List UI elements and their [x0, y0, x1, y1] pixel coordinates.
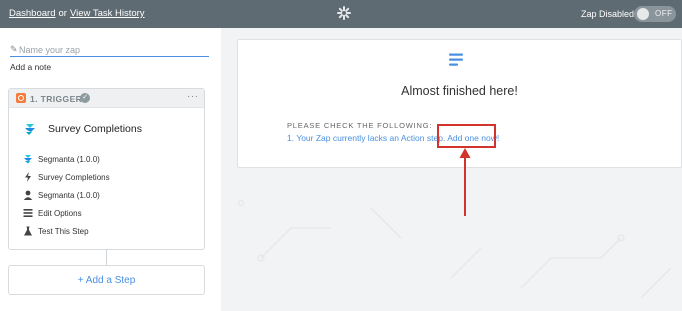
toggle-knob — [637, 8, 649, 20]
annotation-highlight-box — [437, 124, 496, 148]
editor-canvas: Almost finished here! PLEASE CHECK THE F… — [221, 28, 682, 311]
step-item-choose-app[interactable]: Segmanta (1.0.0) — [23, 154, 201, 166]
step-item-test-step[interactable]: Test This Step — [23, 226, 201, 238]
zap-editor-sidebar: ✎ Add a note 1. TRIGGER ✓ ··· Survey Com… — [0, 28, 221, 311]
breadcrumb: Dashboard or View Task History — [9, 8, 145, 19]
step-connector-line — [106, 250, 107, 265]
checklist-item-text: Your Zap currently lacks an Action step. — [296, 133, 446, 143]
zap-status-label: Zap Disabled — [581, 9, 635, 19]
more-options-button[interactable]: ··· — [187, 91, 199, 102]
step-item-label: Segmanta (1.0.0) — [38, 191, 100, 200]
add-step-label: + Add a Step — [77, 275, 136, 286]
step-item-choose-trigger[interactable]: Survey Completions — [23, 172, 201, 184]
or-text: or — [58, 8, 67, 19]
step-item-label: Segmanta (1.0.0) — [38, 155, 100, 164]
add-step-button[interactable]: + Add a Step — [8, 265, 205, 295]
annotation-arrow-icon — [459, 148, 471, 216]
panel-heading: Almost finished here! — [401, 84, 518, 98]
menu-lines-icon — [449, 53, 463, 66]
user-icon — [23, 190, 33, 200]
zap-name-input[interactable] — [19, 43, 207, 56]
dashboard-link[interactable]: Dashboard — [9, 8, 55, 19]
checklist-heading: PLEASE CHECK THE FOLLOWING: — [287, 121, 433, 130]
pencil-icon: ✎ — [10, 44, 18, 54]
segmanta-logo-icon — [25, 124, 35, 135]
trigger-app-title: Survey Completions — [48, 123, 142, 135]
top-bar: Dashboard or View Task History Zap Disable… — [0, 0, 682, 28]
step-item-account[interactable]: Segmanta (1.0.0) — [23, 190, 201, 202]
zapier-asterisk-icon[interactable] — [337, 6, 351, 20]
add-note-link[interactable]: Add a note — [10, 62, 51, 72]
step-item-label: Test This Step — [38, 227, 89, 236]
trigger-step-card: 1. TRIGGER ✓ ··· Survey Completions Segm… — [8, 88, 205, 250]
trigger-header[interactable]: 1. TRIGGER ✓ ··· — [9, 89, 204, 108]
toggle-label: OFF — [655, 9, 673, 18]
bolt-icon — [25, 172, 31, 182]
list-icon — [23, 209, 33, 217]
view-task-history-link[interactable]: View Task History — [70, 8, 145, 19]
step-item-label: Survey Completions — [38, 173, 110, 182]
check-circle-icon: ✓ — [80, 93, 90, 103]
flask-icon — [24, 226, 32, 236]
zap-on-off-toggle[interactable]: OFF — [634, 6, 676, 22]
step-item-edit-options[interactable]: Edit Options — [23, 208, 201, 220]
trigger-label: 1. TRIGGER — [30, 94, 83, 104]
zap-name-field-wrapper: ✎ — [10, 43, 209, 57]
segmanta-icon — [24, 155, 32, 164]
trigger-app-badge-icon — [16, 93, 26, 103]
step-item-label: Edit Options — [38, 209, 82, 218]
checklist-item-number: 1. — [287, 133, 295, 143]
